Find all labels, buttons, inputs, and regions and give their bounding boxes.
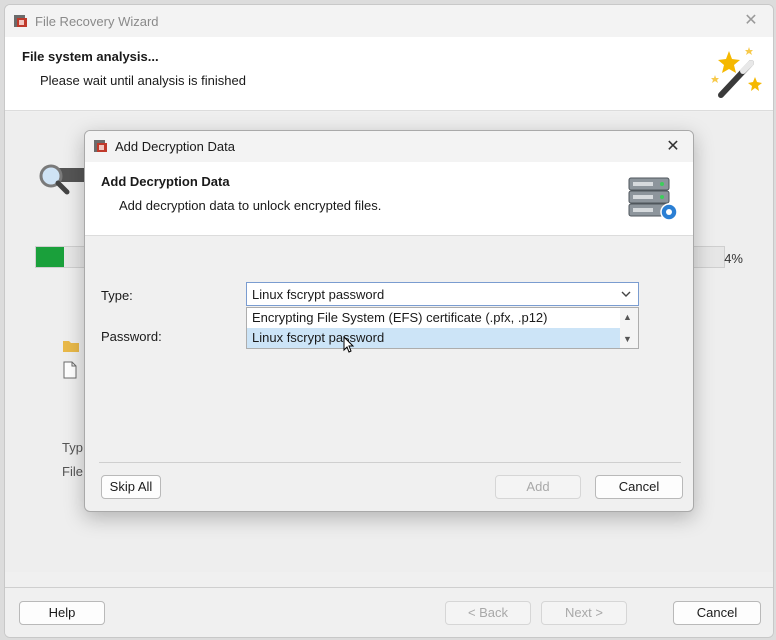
next-button[interactable]: Next >	[541, 601, 627, 625]
help-button[interactable]: Help	[19, 601, 105, 625]
wizard-title: File Recovery Wizard	[35, 14, 159, 29]
wizard-header-subtitle: Please wait until analysis is finished	[40, 73, 246, 88]
dialog-header: Add Decryption Data Add decryption data …	[85, 162, 693, 236]
close-icon[interactable]: ✕	[739, 9, 763, 33]
wizard-header: File system analysis... Please wait unti…	[5, 37, 773, 111]
back-button[interactable]: < Back	[445, 601, 531, 625]
dialog-header-title: Add Decryption Data	[101, 174, 230, 189]
file-icon	[63, 361, 77, 382]
progress-percent-label: 4%	[724, 251, 743, 266]
wizard-titlebar: File Recovery Wizard ✕	[5, 5, 773, 37]
type-dropdown-value: Linux fscrypt password	[252, 287, 385, 302]
wizard-header-title: File system analysis...	[22, 49, 159, 64]
app-icon	[13, 13, 29, 32]
type-option-efs[interactable]: Encrypting File System (EFS) certificate…	[247, 308, 621, 328]
dialog-title: Add Decryption Data	[115, 139, 235, 154]
type-dropdown[interactable]: Linux fscrypt password	[246, 282, 639, 306]
wizard-cancel-button[interactable]: Cancel	[673, 601, 761, 625]
dialog-cancel-button[interactable]: Cancel	[595, 475, 683, 499]
type-dropdown-list: Encrypting File System (EFS) certificate…	[246, 307, 639, 349]
body-type-label: Typ	[62, 440, 83, 455]
chevron-down-icon[interactable]	[620, 286, 632, 305]
server-key-icon	[627, 176, 679, 225]
folder-icon	[62, 339, 80, 356]
scroll-down-icon[interactable]: ▼	[623, 334, 632, 344]
dialog-header-subtitle: Add decryption data to unlock encrypted …	[119, 198, 382, 213]
close-icon[interactable]: ✕	[661, 135, 685, 159]
type-option-fscrypt[interactable]: Linux fscrypt password	[247, 328, 621, 348]
magnifier-icon	[39, 164, 89, 203]
body-file-label: File	[62, 464, 83, 479]
wizard-footer: Help < Back Next > Cancel	[5, 587, 773, 637]
add-decryption-data-dialog: Add Decryption Data ✕ Add Decryption Dat…	[84, 130, 694, 512]
skip-all-button[interactable]: Skip All	[101, 475, 161, 499]
app-icon	[93, 138, 109, 157]
dialog-separator	[99, 462, 681, 463]
mouse-cursor-icon	[343, 335, 355, 357]
password-label: Password:	[101, 329, 162, 344]
magic-wand-icon	[707, 45, 765, 106]
dialog-titlebar: Add Decryption Data ✕	[85, 131, 693, 162]
dropdown-scrollbar[interactable]: ▲ ▼	[620, 308, 638, 348]
progress-fill	[36, 247, 64, 267]
scroll-up-icon[interactable]: ▲	[623, 312, 632, 322]
add-button[interactable]: Add	[495, 475, 581, 499]
type-label: Type:	[101, 288, 133, 303]
